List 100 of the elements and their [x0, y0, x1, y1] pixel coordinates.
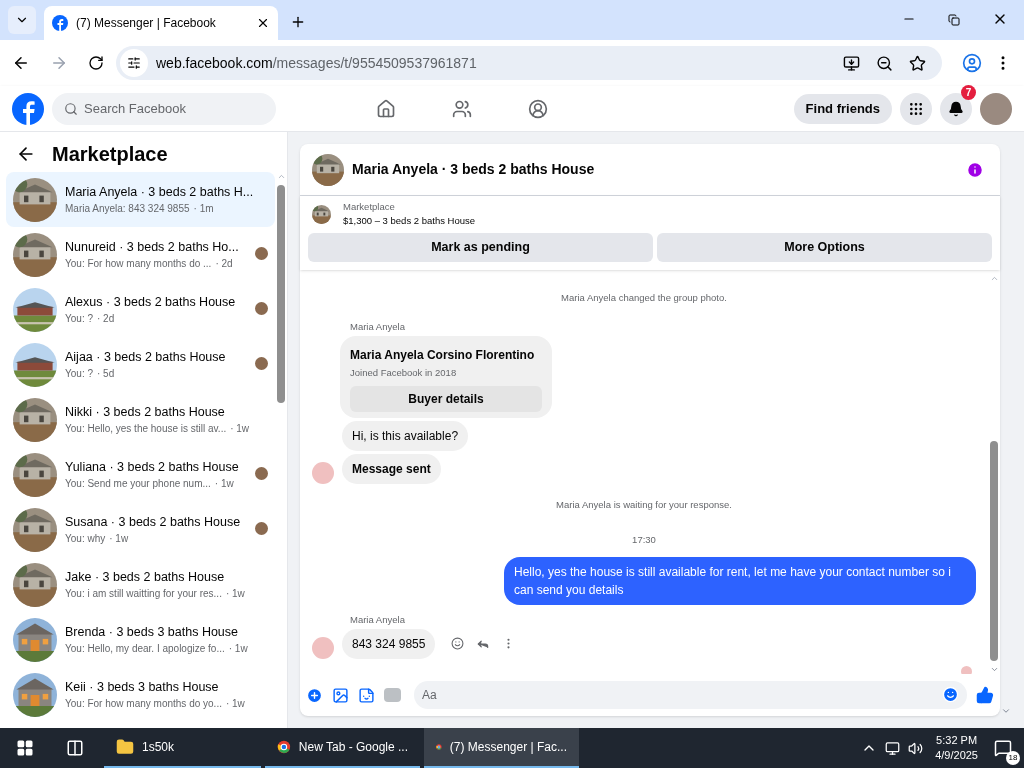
- message-preview: You: i am still waitting for your res...: [65, 587, 222, 602]
- taskbar-app[interactable]: (7) Messenger | Fac...: [424, 728, 579, 768]
- clock-date: 4/9/2025: [935, 748, 978, 763]
- message-time: · 2d: [97, 312, 115, 327]
- clock-time: 5:32 PM: [936, 733, 978, 748]
- message-preview: You: ?: [65, 367, 93, 382]
- buyer-subtitle: Joined Facebook in 2018: [350, 365, 458, 380]
- conversation-title: Alexus · 3 beds 2 baths House: [65, 293, 237, 311]
- taskbar-app[interactable]: 1s50k: [104, 728, 261, 768]
- listing-title: $1,300 – 3 beds 2 baths House: [343, 214, 476, 229]
- conversation-item[interactable]: Susana · 3 beds 2 baths House You: why · 1w: [6, 502, 275, 557]
- zoom-icon[interactable]: [876, 54, 893, 72]
- address-bar[interactable]: web.facebook.com/messages/t/9554509537961871: [116, 46, 942, 80]
- avatar: [255, 466, 268, 480]
- sticker-icon[interactable]: [358, 686, 375, 704]
- message-preview: You: Send me your phone num...: [65, 477, 211, 492]
- message-preview: You: ?: [65, 312, 93, 327]
- browser-tab[interactable]: (7) Messenger | Facebook: [44, 6, 278, 40]
- conversation-item[interactable]: Yuliana · 3 beds 2 baths House You: Send me your phone num... · 1w: [6, 447, 275, 502]
- bookmark-icon[interactable]: [909, 54, 926, 72]
- conversation-item[interactable]: Maria Anyela · 3 beds 2 baths H... Maria Anyela: 843 324 9855 · 1m: [6, 172, 275, 227]
- tab-title: (7) Messenger | Facebook: [76, 15, 217, 32]
- timestamp: 17:30: [632, 533, 656, 545]
- conversation-item[interactable]: Keii · 3 beds 3 baths House You: For how many months do yo... · 1w: [6, 667, 275, 722]
- home-icon[interactable]: [376, 98, 396, 119]
- notifications-icon[interactable]: [994, 739, 1012, 757]
- conversation-title: Aijaa · 3 beds 2 baths House: [65, 348, 227, 366]
- conversation-title: Nunureid · 3 beds 2 baths Ho...: [65, 238, 240, 256]
- menu-button[interactable]: [900, 92, 932, 125]
- new-tab-icon[interactable]: [290, 14, 306, 30]
- taskbar-app-label: 1s50k: [142, 739, 175, 756]
- friends-icon[interactable]: [452, 98, 472, 119]
- message-time: · 1w: [225, 697, 245, 712]
- message-preview: You: why: [65, 532, 106, 547]
- buyer-name: Maria Anyela Corsino Florentino: [350, 346, 535, 364]
- facebook-logo[interactable]: [12, 92, 44, 125]
- react-icon[interactable]: [451, 637, 465, 651]
- avatar: [255, 246, 268, 260]
- like-icon[interactable]: [976, 686, 994, 704]
- message-time: · 1w: [225, 587, 245, 602]
- avatar: [961, 665, 972, 674]
- back-icon[interactable]: [12, 54, 30, 72]
- find-friends-button[interactable]: Find friends: [793, 93, 892, 124]
- message-preview: Maria Anyela: 843 324 9855: [65, 202, 190, 217]
- close-icon[interactable]: [256, 16, 270, 30]
- profile-avatar[interactable]: [980, 92, 1012, 125]
- volume-icon[interactable]: [908, 740, 924, 756]
- folder-icon: [116, 738, 134, 756]
- search-field[interactable]: Search Facebook: [52, 92, 276, 125]
- avatar: [255, 301, 268, 315]
- sender-name: Maria Anyela: [350, 613, 405, 625]
- conversation-title: Yuliana · 3 beds 2 baths House: [65, 458, 240, 476]
- message-time: · 1m: [193, 202, 214, 217]
- conversation-item[interactable]: Jake · 3 beds 2 baths House You: i am still waitting for your res... · 1w: [6, 557, 275, 612]
- groups-icon[interactable]: [528, 98, 548, 119]
- restore-icon[interactable]: [948, 14, 960, 26]
- message-time: · 1w: [214, 477, 234, 492]
- forward-icon[interactable]: [50, 54, 68, 72]
- search-icon: [64, 101, 78, 116]
- system-message: Maria Anyela is waiting for your response.: [556, 498, 732, 510]
- profile-icon[interactable]: [962, 53, 982, 73]
- add-icon[interactable]: [306, 686, 323, 704]
- avatar: [255, 356, 268, 370]
- taskbar-app[interactable]: New Tab - Google ...: [265, 728, 420, 768]
- grid-icon: [908, 100, 924, 117]
- install-icon[interactable]: [843, 54, 860, 72]
- task-view-icon[interactable]: [66, 739, 84, 757]
- conversation-title: Nikki · 3 beds 2 baths House: [65, 403, 226, 421]
- conversation-title: Susana · 3 beds 2 baths House: [65, 513, 242, 531]
- network-icon[interactable]: [885, 740, 901, 756]
- conversation-item[interactable]: Aijaa · 3 beds 2 baths House You: ? · 5d: [6, 337, 275, 392]
- conversation-item[interactable]: Alexus · 3 beds 2 baths House You: ? · 2d: [6, 282, 275, 337]
- message-field[interactable]: Aa: [414, 681, 967, 709]
- sender-name: Maria Anyela: [350, 320, 405, 332]
- facebook-icon: [52, 15, 68, 31]
- avatar: [312, 461, 334, 484]
- reload-icon[interactable]: [88, 55, 104, 71]
- message-preview: You: For how many months do ...: [65, 257, 212, 272]
- message-bubble: 843 324 9855: [342, 628, 436, 659]
- taskbar-app-label: New Tab - Google ...: [298, 739, 408, 756]
- conversation-title: Keii · 3 beds 3 baths House: [65, 678, 220, 696]
- photo-icon[interactable]: [332, 686, 349, 704]
- listing-label: Marketplace: [343, 200, 396, 214]
- message-time: · 5d: [97, 367, 115, 382]
- listing-action-button[interactable]: Mark as pending: [308, 232, 653, 262]
- conversation-title: Maria Anyela · 3 beds 2 baths H...: [65, 183, 255, 201]
- conversation-item[interactable]: Nunureid · 3 beds 2 baths Ho... You: For how many months do ... · 2d: [6, 227, 275, 282]
- start-icon[interactable]: [16, 739, 34, 757]
- conversation-item[interactable]: Nikki · 3 beds 2 baths House You: Hello, yes the house is still av... · 1w: [6, 392, 275, 447]
- info-icon[interactable]: [966, 160, 984, 179]
- listing-action-button[interactable]: More Options: [657, 232, 992, 262]
- site-settings-icon[interactable]: [127, 56, 141, 70]
- message-bubble: Message sent: [342, 453, 441, 484]
- buyer-details-button[interactable]: Buyer details: [350, 385, 542, 412]
- system-message: Maria Anyela changed the group photo.: [561, 291, 727, 303]
- taskbar-app-label: (7) Messenger | Fac...: [449, 739, 567, 756]
- avatar: [312, 636, 334, 659]
- message-preview: You: Hello, my dear. I apologize fo...: [65, 642, 225, 657]
- message-time: · 1w: [109, 532, 129, 547]
- conversation-item[interactable]: Brenda · 3 beds 3 baths House You: Hello, my dear. I apologize fo... · 1w: [6, 612, 275, 667]
